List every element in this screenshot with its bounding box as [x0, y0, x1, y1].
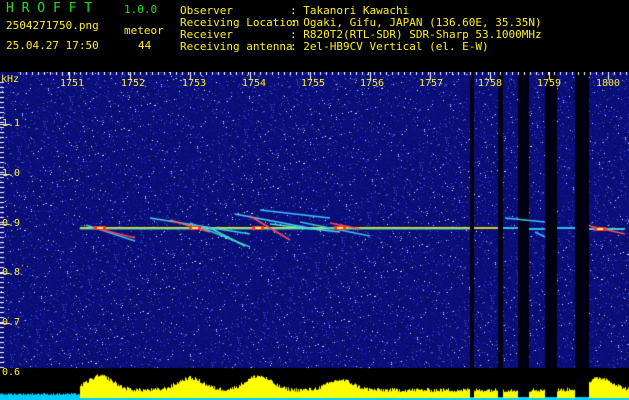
freq-tick-label: 0.9 [2, 218, 21, 229]
app-name: H R O F F T [6, 1, 93, 16]
app-version: 1.0.0 [124, 3, 158, 16]
spectrogram-plot [0, 72, 629, 400]
time-tick-label: 1755 [301, 78, 326, 89]
time-tick-label: 1758 [478, 78, 503, 89]
y-unit-label: kHz [1, 74, 20, 85]
time-tick-label: 1757 [419, 78, 444, 89]
time-tick-label: 1754 [242, 78, 267, 89]
time-tick-label: 1751 [60, 78, 85, 89]
mode-label: meteor [124, 24, 164, 37]
antenna-value: : 2el-HB9CV Vertical (el. E-W) [290, 40, 489, 53]
meteor-count: 44 [138, 39, 152, 52]
header-panel: H R O F F T 1.0.0 2504271750.png meteor … [0, 0, 629, 72]
time-tick-label: 1752 [121, 78, 146, 89]
freq-tick-label: 1.1 [2, 118, 21, 129]
time-tick-label: 1759 [537, 78, 562, 89]
file-name: 2504271750.png [6, 19, 99, 32]
freq-tick-label: 0.7 [2, 317, 21, 328]
time-tick-label: 1756 [360, 78, 385, 89]
date-time: 25.04.27 17:50 [6, 39, 99, 52]
time-tick-label: 1753 [182, 78, 207, 89]
freq-tick-label: 0.8 [2, 267, 21, 278]
freq-tick-label: 0.6 [2, 367, 21, 378]
freq-tick-label: 1.0 [2, 168, 21, 179]
time-tick-label: 1800 [596, 78, 621, 89]
antenna-label: Receiving antenna [180, 40, 293, 53]
